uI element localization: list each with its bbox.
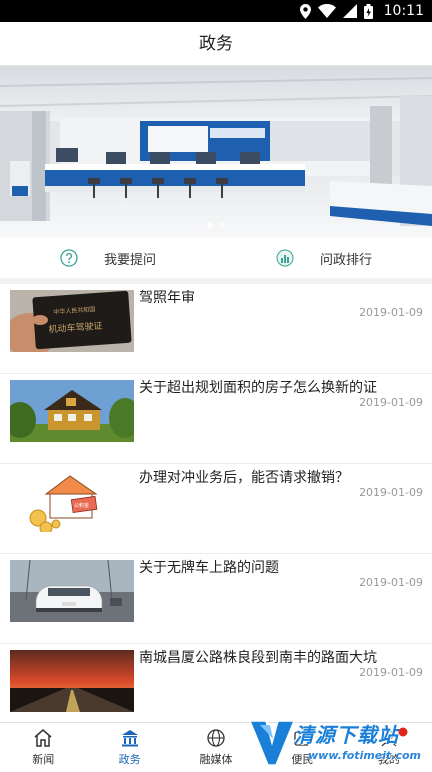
- white-car-image: [10, 560, 134, 622]
- title-bar: 政务: [0, 22, 432, 66]
- ranking-label: 问政排行: [319, 252, 372, 268]
- tab-label: 我的: [377, 753, 400, 766]
- signal-icon: [342, 4, 357, 18]
- news-title: 关于无牌车上路的问题: [139, 560, 279, 576]
- news-date: 2019-01-09: [359, 306, 423, 319]
- bottom-tab-bar: 新闻 政务 融媒体 便民 我的: [0, 722, 432, 772]
- question-circle-icon: [60, 249, 78, 267]
- user-icon: [381, 730, 397, 747]
- government-building-icon: [121, 730, 138, 747]
- news-date: 2019-01-09: [359, 576, 423, 589]
- tab-label: 新闻: [32, 753, 55, 766]
- news-title: 办理对冲业务后，能否请求撤销？: [139, 470, 349, 486]
- status-time: 10:11: [383, 3, 424, 19]
- battery-icon: [363, 3, 373, 19]
- ranking-button[interactable]: 问政排行: [216, 238, 432, 278]
- tab-label: 融媒体: [199, 753, 233, 766]
- ask-question-label: 我要提问: [103, 252, 156, 268]
- list-item[interactable]: 南城昌厦公路株良段到南丰的路面大坑 2019-01-09: [0, 644, 432, 734]
- quick-actions: 我要提问 问政排行: [0, 238, 432, 284]
- ranking-chart-icon: [276, 249, 294, 267]
- sunset-road-image: [10, 650, 134, 712]
- news-list: 中华人民共和国 机动车驾驶证 驾照年审 2019-01-09 关于超出规划面积的…: [0, 284, 432, 734]
- news-date: 2019-01-09: [359, 396, 423, 409]
- carousel-dot[interactable]: [207, 222, 213, 228]
- banner-carousel[interactable]: [0, 66, 432, 238]
- tab-government[interactable]: 政务: [86, 723, 172, 772]
- news-title: 关于超出规划面积的房子怎么换新的证: [139, 380, 377, 396]
- carousel-indicator: [0, 213, 432, 232]
- svg-text:公积金: 公积金: [74, 502, 89, 509]
- list-item[interactable]: 关于超出规划面积的房子怎么换新的证 2019-01-09: [0, 374, 432, 464]
- status-bar: 10:11: [0, 0, 432, 22]
- news-thumbnail: [10, 380, 134, 442]
- news-title: 驾照年审: [139, 290, 195, 306]
- tab-news[interactable]: 新闻: [0, 723, 86, 772]
- globe-icon: [207, 729, 225, 747]
- news-thumbnail: 中华人民共和国 机动车驾驶证: [10, 290, 134, 352]
- tab-services[interactable]: 便民: [259, 723, 345, 772]
- tab-media[interactable]: 融媒体: [173, 723, 259, 772]
- house-image: [10, 380, 134, 442]
- driver-license-image: 中华人民共和国 机动车驾驶证: [10, 290, 134, 352]
- location-icon: [299, 3, 311, 19]
- tab-label: 政务: [118, 753, 141, 766]
- carousel-dot[interactable]: [219, 222, 225, 228]
- list-item[interactable]: 关于无牌车上路的问题 2019-01-09: [0, 554, 432, 644]
- page-title: 政务: [199, 34, 233, 54]
- service-icon: [294, 731, 311, 746]
- list-item[interactable]: 公积金 办理对冲业务后，能否请求撤销？ 2019-01-09: [0, 464, 432, 554]
- home-icon: [34, 729, 52, 747]
- news-date: 2019-01-09: [359, 666, 423, 679]
- news-thumbnail: [10, 650, 134, 712]
- news-date: 2019-01-09: [359, 486, 423, 499]
- tab-profile[interactable]: 我的: [346, 723, 432, 772]
- news-title: 南城昌厦公路株良段到南丰的路面大坑: [139, 650, 377, 666]
- list-item[interactable]: 中华人民共和国 机动车驾驶证 驾照年审 2019-01-09: [0, 284, 432, 374]
- house-coins-image: 公积金: [10, 470, 134, 532]
- ask-question-button[interactable]: 我要提问: [0, 238, 216, 278]
- tab-label: 便民: [291, 753, 314, 766]
- news-thumbnail: 公积金: [10, 470, 134, 532]
- wifi-icon: [317, 4, 336, 18]
- news-thumbnail: [10, 560, 134, 622]
